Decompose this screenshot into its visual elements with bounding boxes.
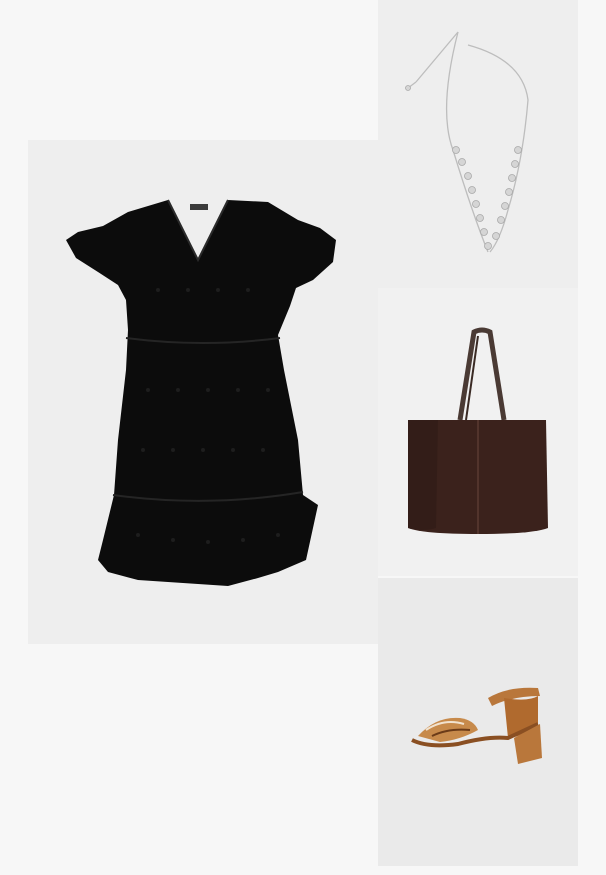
product-tile-bag[interactable] xyxy=(378,288,578,576)
black-dress-icon xyxy=(66,199,336,586)
bag-image xyxy=(408,327,548,534)
brown-tote-bag-icon xyxy=(408,327,548,534)
silver-necklace-icon xyxy=(407,31,529,253)
dress-image xyxy=(66,199,336,586)
tan-sandal-icon xyxy=(411,687,542,764)
product-tile-necklace[interactable] xyxy=(378,0,578,288)
necklace-image xyxy=(405,31,529,253)
product-tile-dress[interactable] xyxy=(28,140,378,644)
sandal-image xyxy=(411,687,542,764)
product-tile-sandal[interactable] xyxy=(378,578,578,866)
